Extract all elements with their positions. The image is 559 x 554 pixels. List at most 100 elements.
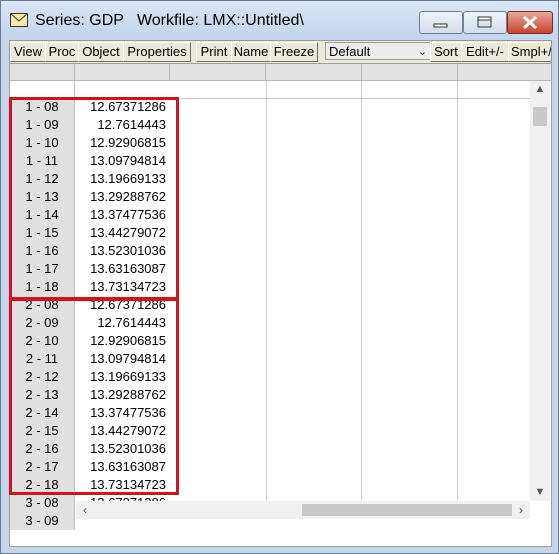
scroll-left-icon[interactable]: ‹ — [76, 501, 94, 519]
object-button[interactable]: Object — [78, 42, 124, 62]
scroll-up-icon[interactable]: ▲ — [530, 81, 550, 98]
row-label: 2 - 11 — [10, 350, 75, 368]
table-row[interactable]: 2 - 13 13.29288762 — [10, 386, 530, 404]
table-row[interactable]: 1 - 14 13.37477536 — [10, 206, 530, 224]
column-header[interactable] — [362, 64, 458, 80]
table-row[interactable]: 2 - 15 13.44279072 — [10, 422, 530, 440]
table-row[interactable]: 1 - 08 12.67371286 — [10, 98, 530, 116]
row-label: 2 - 08 — [10, 296, 75, 314]
series-toolbar: View Proc Object Properties Print Name F… — [9, 40, 552, 64]
row-label: 1 - 11 — [10, 152, 75, 170]
row-value[interactable]: 13.44279072 — [76, 422, 166, 440]
table-row[interactable]: 2 - 11 13.09794814 — [10, 350, 530, 368]
row-label: 1 - 08 — [10, 98, 75, 116]
row-value[interactable]: 12.92906815 — [76, 134, 166, 152]
proc-button[interactable]: Proc — [45, 42, 79, 62]
table-row[interactable]: 2 - 17 13.63163087 — [10, 458, 530, 476]
horizontal-scrollbar[interactable]: ‹ › — [76, 501, 530, 519]
row-value[interactable]: 13.73134723 — [76, 278, 166, 296]
row-value[interactable]: 13.52301036 — [76, 242, 166, 260]
row-label: 2 - 16 — [10, 440, 75, 458]
vertical-scrollbar[interactable]: ▲ ▼ — [530, 81, 550, 501]
row-value[interactable]: 13.73134723 — [76, 476, 166, 494]
maximize-button[interactable] — [463, 11, 507, 34]
row-value[interactable]: 13.09794814 — [76, 350, 166, 368]
row-value[interactable]: 12.67371286 — [76, 296, 166, 314]
row-value[interactable]: 12.7614443 — [76, 116, 166, 134]
row-label: 2 - 18 — [10, 476, 75, 494]
row-value[interactable]: 13.19669133 — [76, 368, 166, 386]
minimize-icon — [433, 23, 448, 28]
scroll-down-icon[interactable]: ▼ — [530, 484, 550, 501]
column-header[interactable] — [75, 64, 170, 80]
row-value[interactable]: 13.37477536 — [76, 206, 166, 224]
table-row[interactable]: 2 - 14 13.37477536 — [10, 404, 530, 422]
table-row[interactable]: 2 - 10 12.92906815 — [10, 332, 530, 350]
close-button[interactable] — [507, 11, 553, 34]
table-row[interactable]: 1 - 16 13.52301036 — [10, 242, 530, 260]
row-value[interactable]: 12.7614443 — [76, 314, 166, 332]
sort-button[interactable]: Sort — [430, 42, 462, 62]
display-format-select[interactable]: Default ⌄ — [325, 42, 431, 60]
smpl-toggle-button[interactable]: Smpl+/- — [508, 42, 551, 62]
table-row[interactable]: 1 - 09 12.7614443 — [10, 116, 530, 134]
scroll-right-icon[interactable]: › — [512, 501, 530, 519]
table-row[interactable]: 1 - 17 13.63163087 — [10, 260, 530, 278]
row-value[interactable]: 13.29288762 — [76, 386, 166, 404]
table-row[interactable]: 2 - 08 12.67371286 — [10, 296, 530, 314]
table-row[interactable]: 1 - 10 12.92906815 — [10, 134, 530, 152]
row-label: 2 - 14 — [10, 404, 75, 422]
row-label: 1 - 15 — [10, 224, 75, 242]
table-row[interactable]: 1 - 15 13.44279072 — [10, 224, 530, 242]
row-label: 2 - 12 — [10, 368, 75, 386]
window-title: Series: GDP Workfile: LMX::Untitled\ — [35, 12, 304, 29]
row-label: 3 - 08 — [10, 494, 75, 512]
row-value[interactable]: 12.92906815 — [76, 332, 166, 350]
display-format-value: Default — [329, 44, 371, 59]
title-bar[interactable]: Series: GDP Workfile: LMX::Untitled\ — [1, 1, 558, 37]
table-row[interactable]: 1 - 18 13.73134723 — [10, 278, 530, 296]
table-row[interactable]: 1 - 13 13.29288762 — [10, 188, 530, 206]
table-row[interactable]: 2 - 09 12.7614443 — [10, 314, 530, 332]
freeze-button[interactable]: Freeze — [270, 42, 318, 62]
name-button[interactable]: Name — [231, 42, 271, 62]
row-value[interactable]: 13.63163087 — [76, 458, 166, 476]
minimize-button[interactable] — [419, 11, 463, 34]
series-header-row — [10, 81, 530, 99]
table-row[interactable]: 1 - 12 13.19669133 — [10, 170, 530, 188]
column-header[interactable] — [266, 64, 362, 80]
row-label: 1 - 10 — [10, 134, 75, 152]
spreadsheet-view: 1 - 08 12.67371286 1 - 09 12.7614443 1 - 10 1… — [9, 63, 552, 547]
row-label: 1 - 18 — [10, 278, 75, 296]
row-label: 1 - 16 — [10, 242, 75, 260]
row-label: 1 - 12 — [10, 170, 75, 188]
envelope-icon — [10, 13, 28, 27]
edit-toggle-button[interactable]: Edit+/- — [461, 42, 509, 62]
print-button[interactable]: Print — [196, 42, 232, 62]
row-value[interactable]: 13.52301036 — [76, 440, 166, 458]
chevron-down-icon: ⌄ — [417, 46, 427, 58]
table-row[interactable]: 1 - 11 13.09794814 — [10, 152, 530, 170]
row-label: 1 - 09 — [10, 116, 75, 134]
column-header[interactable] — [170, 64, 266, 80]
row-value[interactable]: 13.29288762 — [76, 188, 166, 206]
table-row[interactable]: 2 - 12 13.19669133 — [10, 368, 530, 386]
row-label: 3 - 09 — [10, 512, 75, 530]
row-value[interactable]: 13.19669133 — [76, 170, 166, 188]
row-value[interactable]: 13.09794814 — [76, 152, 166, 170]
row-value[interactable]: 13.63163087 — [76, 260, 166, 278]
series-window: Series: GDP Workfile: LMX::Untitled\ Vie… — [0, 0, 559, 554]
properties-button[interactable]: Properties — [123, 42, 191, 62]
row-label: 2 - 13 — [10, 386, 75, 404]
table-row[interactable]: 2 - 18 13.73134723 — [10, 476, 530, 494]
table-row[interactable]: 2 - 16 13.52301036 — [10, 440, 530, 458]
row-value[interactable]: 12.67371286 — [76, 98, 166, 116]
horizontal-scroll-thumb[interactable] — [302, 504, 512, 516]
vertical-scroll-thumb[interactable] — [533, 107, 547, 126]
column-header-row — [10, 64, 551, 81]
close-icon — [522, 15, 538, 30]
row-label: 1 - 13 — [10, 188, 75, 206]
row-value[interactable]: 13.44279072 — [76, 224, 166, 242]
view-button[interactable]: View — [10, 42, 46, 62]
row-value[interactable]: 13.37477536 — [76, 404, 166, 422]
